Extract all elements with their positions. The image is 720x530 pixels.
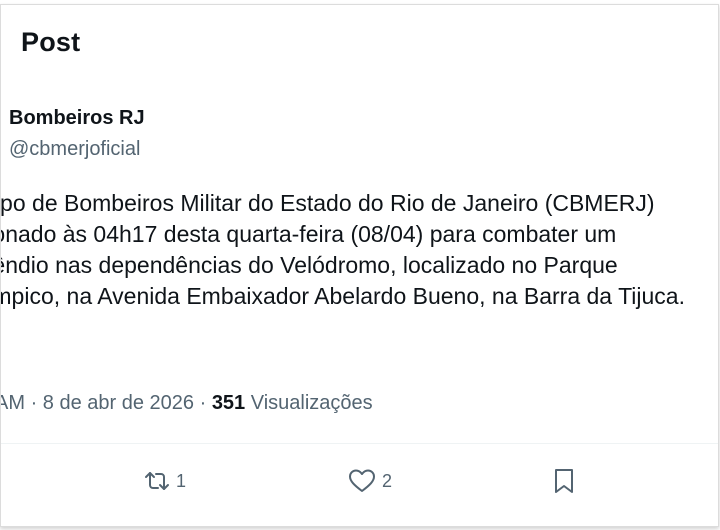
post-time[interactable]: AM bbox=[1, 392, 25, 414]
views-label: Visualizações bbox=[250, 392, 373, 414]
tweet-text-line: acionado às 04h17 desta quarta-feira (08… bbox=[0, 221, 617, 247]
meta-separator: · bbox=[199, 392, 212, 414]
post-date[interactable]: 8 de abr de 2026 bbox=[43, 392, 194, 414]
bookmark-button[interactable] bbox=[553, 463, 575, 499]
retweet-button[interactable]: 1 bbox=[144, 463, 186, 499]
post-card: Post Bombeiros RJ @cbmerjoficial Corpo d… bbox=[0, 4, 719, 527]
tweet-text-line: incêndio nas dependências do Velódromo, … bbox=[0, 252, 618, 278]
author-name[interactable]: Bombeiros RJ bbox=[9, 107, 145, 130]
views-count: 351 bbox=[211, 392, 246, 414]
heart-icon bbox=[348, 468, 376, 494]
meta-separator: · bbox=[30, 392, 43, 414]
like-button[interactable]: 2 bbox=[348, 463, 392, 499]
divider bbox=[1, 443, 718, 444]
author-handle[interactable]: @cbmerjoficial bbox=[9, 138, 140, 161]
like-count: 2 bbox=[382, 470, 393, 491]
retweet-count: 1 bbox=[176, 470, 187, 491]
tweet-text: Corpo de Bombeiros Militar do Estado do … bbox=[0, 188, 718, 312]
bookmark-icon bbox=[553, 467, 575, 495]
tweet-text-line: Olímpico, na Avenida Embaixador Abelardo… bbox=[0, 283, 685, 309]
page-title: Post bbox=[21, 27, 81, 57]
post-meta: AM · 8 de abr de 2026 · 351 Visualizaçõe… bbox=[1, 392, 373, 415]
retweet-icon bbox=[144, 469, 170, 493]
tweet-text-line: Corpo de Bombeiros Militar do Estado do … bbox=[0, 190, 655, 216]
